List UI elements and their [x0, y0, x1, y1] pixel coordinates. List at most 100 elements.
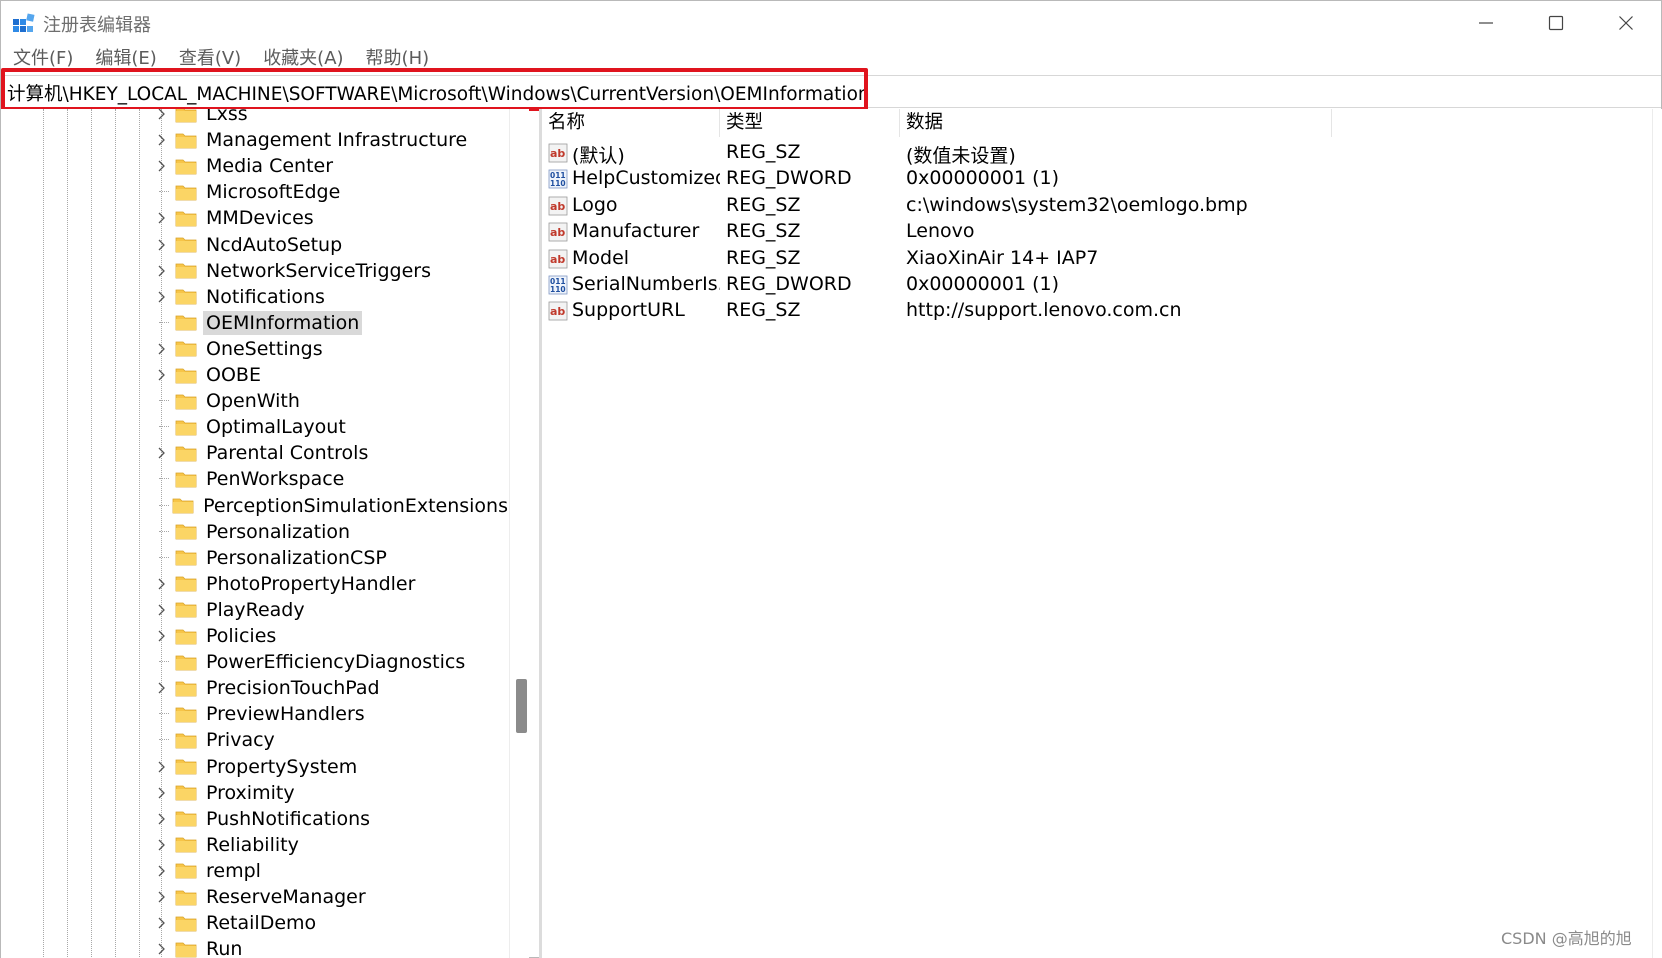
chevron-right-icon[interactable]	[151, 780, 171, 806]
tree-item[interactable]: Personalization	[151, 519, 511, 545]
tree-item[interactable]: PhotoPropertyHandler	[151, 571, 511, 597]
chevron-right-icon[interactable]	[151, 440, 171, 466]
menu-bar: 文件(F) 编辑(E) 查看(V) 收藏夹(A) 帮助(H)	[1, 45, 1661, 73]
maximize-button[interactable]	[1521, 1, 1591, 45]
chevron-right-icon[interactable]	[151, 336, 171, 362]
chevron-right-icon[interactable]	[151, 623, 171, 649]
value-type: REG_DWORD	[726, 273, 852, 295]
chevron-right-icon[interactable]	[151, 884, 171, 910]
tree-item-label: PersonalizationCSP	[206, 546, 387, 569]
tree-item[interactable]: Lxss	[151, 109, 511, 127]
tree-item[interactable]: Reliability	[151, 832, 511, 858]
tree-item[interactable]: MMDevices	[151, 205, 511, 231]
tree-item[interactable]: NcdAutoSetup	[151, 232, 511, 258]
tree-item[interactable]: OpenWith	[151, 388, 511, 414]
chevron-right-icon[interactable]	[151, 832, 171, 858]
chevron-right-icon[interactable]	[151, 754, 171, 780]
column-header-type[interactable]: 类型	[720, 109, 900, 137]
folder-icon	[175, 133, 197, 148]
value-row[interactable]: ab Manufacturer REG_SZ Lenovo	[542, 218, 1642, 246]
tree-item[interactable]: Management Infrastructure	[151, 127, 511, 153]
tree-item-label: OEMInformation	[203, 310, 363, 335]
tree-item-label: Run	[206, 938, 243, 958]
tree-item[interactable]: Privacy	[151, 727, 511, 753]
tree-item[interactable]: Media Center	[151, 153, 511, 179]
column-header-name[interactable]: 名称	[542, 109, 720, 137]
close-button[interactable]	[1591, 1, 1661, 45]
tree-item[interactable]: OOBE	[151, 362, 511, 388]
chevron-right-icon[interactable]	[151, 806, 171, 832]
chevron-right-icon[interactable]	[151, 284, 171, 310]
value-row[interactable]: ab Model REG_SZ XiaoXinAir 14+ IAP7	[542, 245, 1642, 273]
chevron-right-icon[interactable]	[151, 858, 171, 884]
address-bar[interactable]: 计算机\HKEY_LOCAL_MACHINE\SOFTWARE\Microsof…	[1, 75, 1661, 108]
folder-icon	[175, 341, 197, 357]
folder-icon	[175, 942, 197, 958]
tree-item[interactable]: PlayReady	[151, 597, 511, 623]
tree-guide-line	[67, 109, 68, 958]
menu-file[interactable]: 文件(F)	[13, 45, 73, 73]
tree-scrollbar[interactable]	[509, 109, 529, 958]
tree-item-label: OptimalLayout	[206, 416, 346, 439]
chevron-right-icon[interactable]	[151, 153, 171, 179]
chevron-right-icon[interactable]	[151, 910, 171, 936]
column-header-data[interactable]: 数据	[900, 109, 1332, 137]
menu-edit[interactable]: 编辑(E)	[95, 45, 156, 73]
tree-item[interactable]: PersonalizationCSP	[151, 545, 511, 571]
tree-item[interactable]: Policies	[151, 623, 511, 649]
tree-item[interactable]: OEMInformation	[151, 310, 511, 336]
tree-item[interactable]: OneSettings	[151, 336, 511, 362]
folder-icon	[175, 289, 197, 305]
folder-icon	[175, 185, 197, 201]
tree-item[interactable]: rempl	[151, 858, 511, 884]
folder-icon	[175, 707, 197, 723]
tree-item[interactable]: OptimalLayout	[151, 414, 511, 440]
tree-item[interactable]: PenWorkspace	[151, 466, 511, 492]
menu-view[interactable]: 查看(V)	[179, 45, 241, 73]
tree-item[interactable]: Run	[151, 936, 511, 958]
tree-item[interactable]: PropertySystem	[151, 754, 511, 780]
tree-item[interactable]: Proximity	[151, 780, 511, 806]
tree-item[interactable]: PushNotifications	[151, 806, 511, 832]
tree-item[interactable]: RetailDemo	[151, 910, 511, 936]
menu-help[interactable]: 帮助(H)	[366, 45, 430, 73]
chevron-right-icon[interactable]	[151, 571, 171, 597]
tree-item[interactable]: MicrosoftEdge	[151, 179, 511, 205]
chevron-right-icon[interactable]	[151, 109, 171, 127]
folder-icon	[175, 655, 197, 670]
folder-icon	[175, 420, 197, 436]
title-bar: 注册表编辑器	[1, 1, 1661, 45]
folder-icon	[175, 890, 197, 905]
value-row[interactable]: ab SupportURL REG_SZ http://support.lenovo.…	[542, 297, 1642, 325]
values-scrollbar[interactable]	[1652, 109, 1662, 958]
tree-item[interactable]: Parental Controls	[151, 440, 511, 466]
minimize-button[interactable]	[1451, 1, 1521, 45]
menu-favorites[interactable]: 收藏夹(A)	[263, 45, 343, 73]
address-path[interactable]: 计算机\HKEY_LOCAL_MACHINE\SOFTWARE\Microsof…	[7, 80, 870, 106]
value-row[interactable]: 011 110 SerialNumberIs... REG_DWORD 0x000000…	[542, 271, 1642, 299]
tree-item-label: PushNotifications	[206, 807, 371, 830]
tree-item[interactable]: PerceptionSimulationExtensions	[151, 493, 511, 519]
chevron-right-icon[interactable]	[151, 258, 171, 284]
chevron-right-icon[interactable]	[151, 205, 171, 231]
value-row[interactable]: 011 110 HelpCustomized REG_DWORD 0x00000001 …	[542, 165, 1642, 193]
chevron-right-icon[interactable]	[151, 127, 171, 153]
value-row[interactable]: ab (默认) REG_SZ (数值未设置)	[542, 139, 1642, 167]
chevron-right-icon[interactable]	[151, 675, 171, 701]
tree-item[interactable]: ReserveManager	[151, 884, 511, 910]
tree-item[interactable]: Notifications	[151, 284, 511, 310]
tree-item[interactable]: PreviewHandlers	[151, 701, 511, 727]
value-row[interactable]: ab Logo REG_SZ c:\windows\system32\oemlogo.…	[542, 192, 1642, 220]
folder-icon	[175, 394, 197, 409]
tree-item-label: OpenWith	[206, 390, 300, 413]
tree-scrollbar-thumb[interactable]	[516, 679, 527, 733]
tree-item[interactable]: PowerEfficiencyDiagnostics	[151, 649, 511, 675]
chevron-right-icon[interactable]	[151, 232, 171, 258]
chevron-right-icon[interactable]	[151, 362, 171, 388]
tree-item[interactable]: PrecisionTouchPad	[151, 675, 511, 701]
chevron-right-icon[interactable]	[151, 936, 171, 958]
tree-item-label: PerceptionSimulationExtensions	[203, 494, 508, 517]
tree-item[interactable]: NetworkServiceTriggers	[151, 258, 511, 284]
chevron-right-icon[interactable]	[151, 597, 171, 623]
folder-icon	[175, 368, 197, 383]
